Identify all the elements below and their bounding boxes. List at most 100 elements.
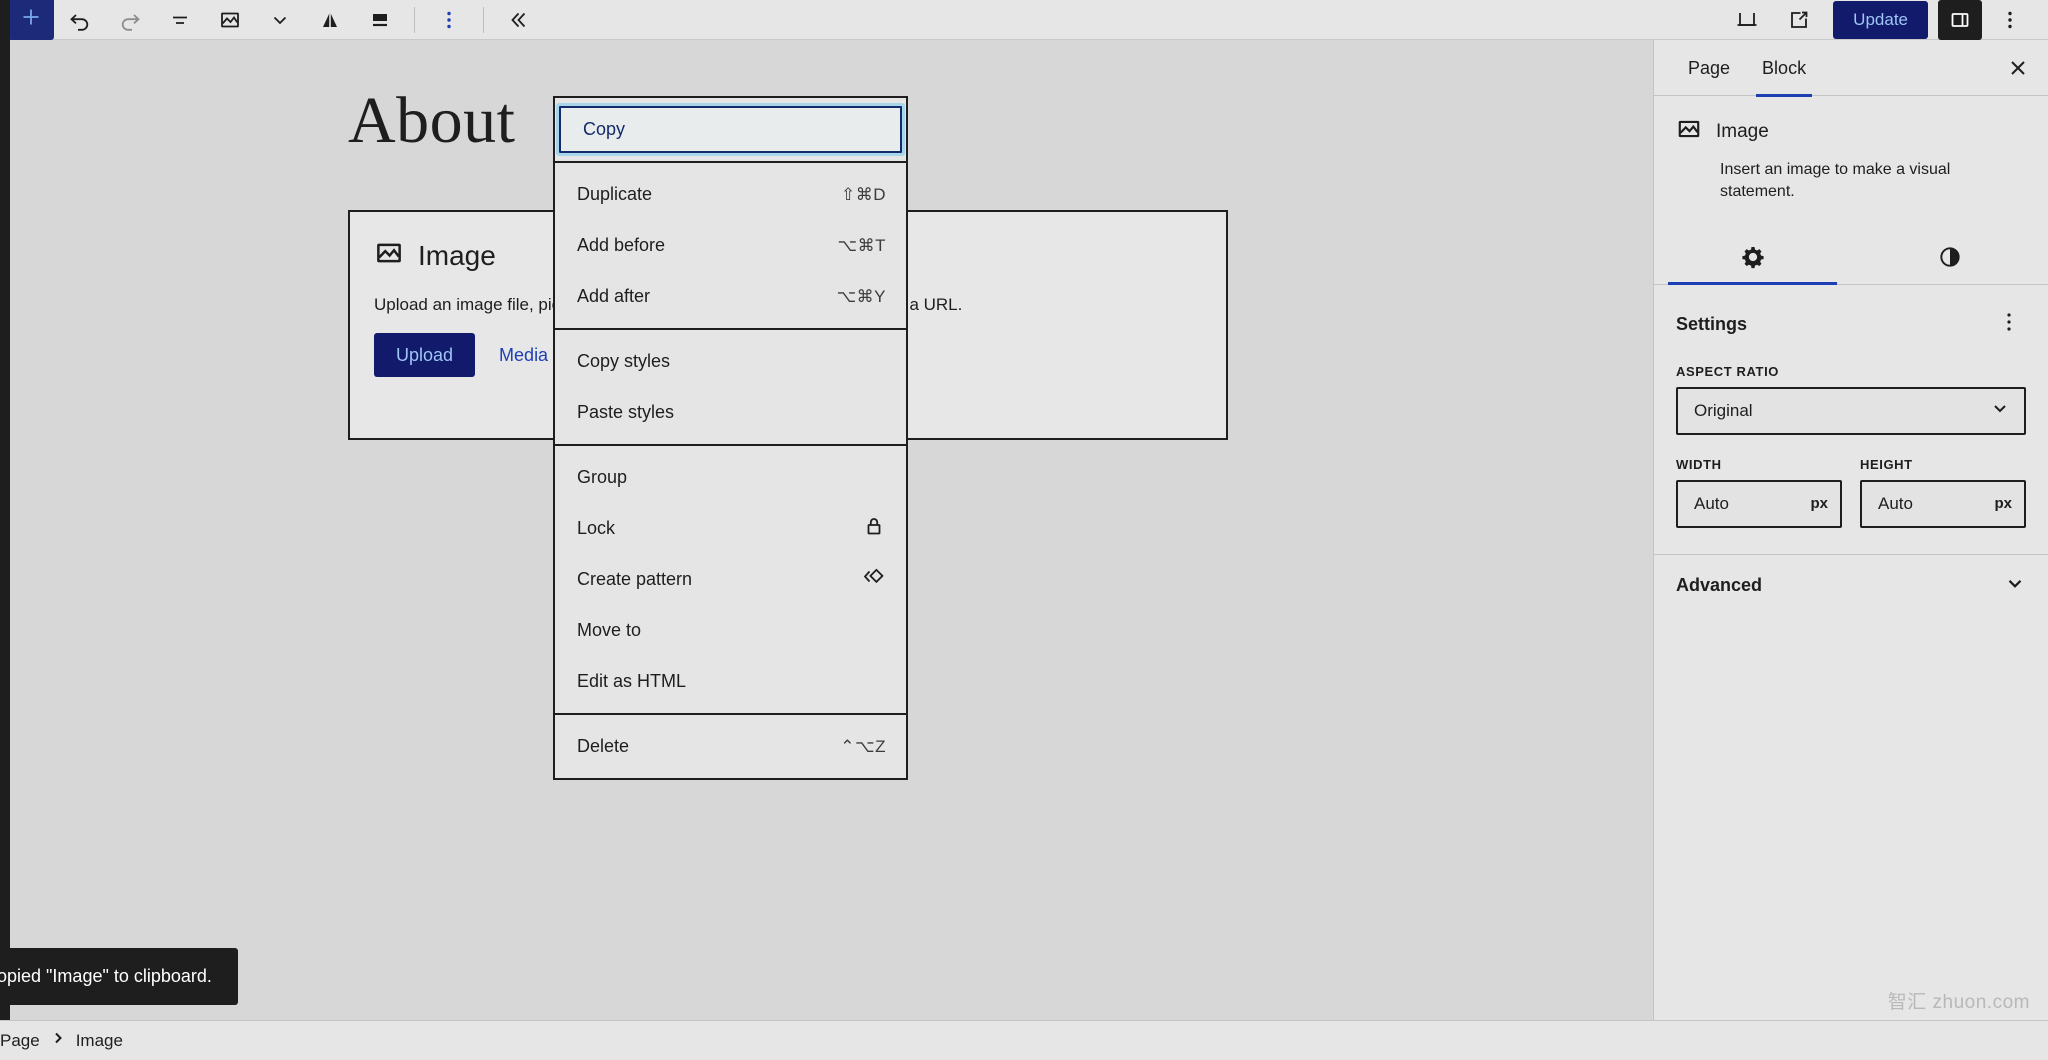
context-menu-group: Duplicate ⇧⌘D Add before ⌥⌘T Add after ⌥… [555, 161, 906, 328]
settings-gear-icon [1741, 246, 1764, 268]
context-menu-item-add-after[interactable]: Add after ⌥⌘Y [555, 271, 906, 322]
context-menu-group: Group Lock Create pattern Move to Edit a… [555, 444, 906, 713]
pattern-icon [860, 564, 886, 595]
toolbar-divider-2 [483, 6, 484, 33]
settings-options-button[interactable] [1992, 307, 2026, 342]
kebab-menu-icon [447, 11, 451, 28]
width-label: Width [1676, 456, 1722, 472]
context-menu-group: Delete ⌃⌥Z [555, 713, 906, 778]
context-menu-item-label: Lock [577, 518, 616, 538]
context-menu-item-shortcut: ⇧⌘D [840, 184, 886, 204]
redo-icon [121, 13, 140, 31]
tab-page[interactable]: Page [1672, 40, 1746, 96]
width-input[interactable]: Auto px [1676, 479, 1842, 528]
chevron-down-icon [273, 16, 287, 24]
editor-bottom-bar: Page Image [0, 1020, 2048, 1060]
block-context-menu: Copy Duplicate ⇧⌘D Add before ⌥⌘T Add af… [553, 96, 908, 780]
context-menu-item-create-pattern[interactable]: Create pattern [555, 554, 906, 605]
image-icon [374, 238, 404, 273]
lock-icon [862, 514, 886, 543]
context-menu-item-label: Group [577, 467, 628, 487]
context-menu-item-add-before[interactable]: Add before ⌥⌘T [555, 220, 906, 271]
block-card-title: Image [1716, 120, 1769, 142]
upload-button[interactable]: Upload [374, 333, 476, 377]
redo-button[interactable] [106, 0, 154, 40]
context-menu-item-label: Add before [577, 235, 666, 255]
add-block-button[interactable] [8, 0, 54, 40]
advanced-panel-toggle[interactable]: Advanced [1654, 555, 2048, 617]
caption-position-button[interactable] [356, 0, 404, 40]
block-style-chevron-button[interactable] [256, 0, 304, 40]
context-menu-item-group[interactable]: Group [555, 452, 906, 503]
canvas-left-rail [0, 40, 10, 1020]
editor-top-toolbar: Update [0, 0, 2048, 40]
snackbar-notice: Copied "Image" to clipboard. [0, 948, 238, 1005]
block-type-button[interactable] [206, 0, 254, 40]
context-menu-item-shortcut: ⌥⌘T [837, 235, 886, 255]
more-options-button[interactable] [1986, 0, 2034, 40]
settings-sidebar-toggle-button[interactable] [1938, 0, 1982, 40]
tab-styles[interactable] [1851, 230, 2048, 284]
breadcrumb-item-image[interactable]: Image [76, 1031, 123, 1051]
context-menu-item-copy-styles[interactable]: Copy styles [555, 336, 906, 387]
chevron-right-icon [50, 1030, 66, 1051]
double-chevron-left-icon [511, 12, 526, 27]
collapse-toolbar-button[interactable] [494, 0, 542, 40]
context-menu-item-label: Delete [577, 736, 630, 756]
tab-settings[interactable] [1654, 230, 1851, 285]
align-button[interactable] [306, 0, 354, 40]
toolbar-divider-1 [414, 6, 415, 33]
height-input[interactable]: Auto px [1860, 479, 2026, 528]
external-link-icon [1791, 11, 1808, 28]
list-view-button[interactable] [156, 0, 204, 40]
context-menu-item-edit-as-html[interactable]: Edit as HTML [555, 656, 906, 707]
styles-contrast-icon [1939, 247, 1960, 267]
dimension-row: Width Auto px Height Auto px [1676, 457, 2026, 528]
breadcrumb: Page Image [0, 1030, 123, 1051]
toolbar-left-edge [0, 0, 10, 40]
sidebar-tablist: Page Block [1654, 40, 2048, 97]
aspect-ratio-label: Aspect ratio [1676, 363, 1780, 379]
undo-button[interactable] [56, 0, 104, 40]
context-menu-item-label: Create pattern [577, 569, 693, 589]
undo-icon [70, 13, 89, 31]
update-button[interactable]: Update [1833, 0, 1928, 39]
context-menu-item-label: Add after [577, 286, 651, 306]
block-card: Image Insert an image to make a visual s… [1654, 96, 2048, 204]
context-menu-group: Copy [555, 98, 906, 161]
close-sidebar-button[interactable] [1998, 48, 2038, 88]
chevron-down-icon [2004, 572, 2026, 599]
kebab-menu-icon [2007, 313, 2011, 331]
width-field-group: Width Auto px [1676, 457, 1842, 528]
context-menu-item-label: Copy [583, 119, 626, 139]
aspect-ratio-select[interactable]: Original [1676, 386, 2026, 435]
page-title[interactable]: About [348, 88, 516, 154]
context-menu-item-lock[interactable]: Lock [555, 503, 906, 554]
context-menu-item-shortcut: ⌥⌘Y [836, 286, 886, 306]
close-icon [2011, 60, 2025, 75]
context-menu-item-label: Edit as HTML [577, 671, 687, 691]
context-menu-item-shortcut: ⌃⌥Z [840, 736, 886, 756]
caption-icon [373, 13, 387, 26]
preview-button[interactable] [1723, 0, 1771, 40]
context-menu-item-delete[interactable]: Delete ⌃⌥Z [555, 721, 906, 772]
advanced-label: Advanced [1676, 575, 1763, 596]
context-menu-item-duplicate[interactable]: Duplicate ⇧⌘D [555, 169, 906, 220]
context-menu-item-label: Move to [577, 620, 642, 640]
context-menu-item-paste-styles[interactable]: Paste styles [555, 387, 906, 438]
width-unit: px [1810, 495, 1828, 513]
settings-title: Settings [1676, 313, 1748, 334]
breadcrumb-item-page[interactable]: Page [0, 1031, 40, 1051]
context-menu-item-move-to[interactable]: Move to [555, 605, 906, 656]
height-label: Height [1860, 456, 1913, 472]
chevron-down-icon [1990, 398, 2010, 423]
image-block-title: Image [418, 239, 496, 271]
settings-sidebar: Page Block Image Insert an image to make… [1653, 40, 2048, 1020]
block-options-button[interactable] [425, 0, 473, 40]
context-menu-item-label: Copy styles [577, 351, 671, 371]
view-page-button[interactable] [1775, 0, 1823, 40]
editor-root: Update About Image Upload an image file,… [0, 0, 2048, 1060]
tab-block[interactable]: Block [1746, 40, 1822, 97]
height-value: Auto [1878, 493, 1913, 513]
context-menu-item-copy[interactable]: Copy [559, 106, 902, 153]
